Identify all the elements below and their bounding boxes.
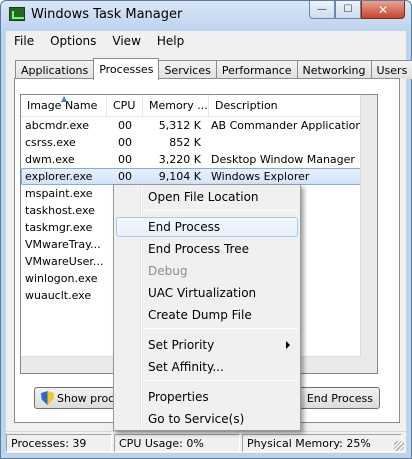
menu-help[interactable]: Help: [149, 34, 192, 48]
menu-set-priority-label: Set Priority: [148, 338, 215, 352]
process-cpu: 00: [118, 119, 132, 132]
menu-end-process-tree[interactable]: End Process Tree: [116, 239, 298, 259]
column-description[interactable]: Description: [209, 95, 361, 117]
vertical-scrollbar[interactable]: [360, 95, 377, 373]
process-name: wuauclt.exe: [25, 289, 92, 302]
table-row[interactable]: dwm.exe 00 3,220 K Desktop Window Manage…: [21, 151, 377, 168]
tab-processes[interactable]: Processes: [93, 58, 160, 80]
caption-buttons: — ☐ ✕: [309, 1, 405, 21]
context-menu: Open File Location End Process End Proce…: [113, 184, 301, 431]
process-name: taskhost.exe: [25, 204, 95, 217]
process-description: Windows Explorer: [211, 170, 310, 183]
menu-separator: [144, 328, 298, 329]
status-physical-memory: Physical Memory: 25%: [242, 433, 402, 452]
resize-grip[interactable]: [394, 441, 404, 451]
maximize-button[interactable]: ☐: [335, 1, 361, 19]
minimize-button[interactable]: —: [309, 1, 335, 19]
process-name: csrss.exe: [25, 136, 76, 149]
process-memory: 3,220 K: [158, 153, 201, 166]
menu-end-process[interactable]: End Process: [116, 217, 298, 237]
tab-applications[interactable]: Applications: [15, 60, 95, 79]
tab-users[interactable]: Users: [370, 60, 412, 79]
uac-shield-icon: [41, 391, 54, 405]
menu-open-file-location[interactable]: Open File Location: [116, 187, 298, 207]
end-process-button[interactable]: End Process: [296, 387, 380, 409]
process-cpu: 00: [118, 170, 132, 183]
table-row-selected[interactable]: explorer.exe 00 9,104 K Windows Explorer: [21, 168, 377, 185]
list-header: ▲ Image Name CPU Memory ... Description: [21, 95, 377, 117]
menu-file[interactable]: File: [6, 34, 42, 48]
menu-options[interactable]: Options: [42, 34, 104, 48]
task-manager-icon: [9, 7, 25, 21]
table-row[interactable]: abcmdr.exe 00 5,312 K AB Commander Appli…: [21, 117, 377, 134]
table-row[interactable]: csrss.exe 00 852 K: [21, 134, 377, 151]
menu-uac-virtualization[interactable]: UAC Virtualization: [116, 283, 298, 303]
process-name: VMwareUser...: [25, 255, 104, 268]
show-processes-label: Show proce: [57, 391, 121, 405]
menu-debug: Debug: [148, 264, 188, 278]
show-processes-button[interactable]: Show proce: [34, 387, 124, 409]
status-cpu-usage: CPU Usage: 0%: [114, 433, 240, 452]
sort-ascending-icon: ▲: [61, 94, 68, 103]
process-memory: 852 K: [169, 136, 201, 149]
column-cpu[interactable]: CPU: [107, 95, 143, 117]
menu-separator: [144, 380, 298, 381]
process-cpu: 00: [118, 136, 132, 149]
process-name: taskmgr.exe: [25, 221, 93, 234]
process-memory: 5,312 K: [158, 119, 201, 132]
process-description: [205, 134, 375, 151]
menu-properties[interactable]: Properties: [116, 387, 298, 407]
process-name: explorer.exe: [25, 170, 93, 183]
close-button[interactable]: ✕: [361, 1, 405, 19]
process-name: abcmdr.exe: [25, 119, 89, 132]
tab-networking[interactable]: Networking: [296, 60, 372, 79]
process-memory: 9,104 K: [158, 170, 201, 183]
submenu-arrow-icon: [286, 341, 290, 349]
process-name: mspaint.exe: [25, 187, 93, 200]
menu-bar: File Options View Help: [6, 31, 406, 51]
process-name: VMwareTray...: [25, 238, 101, 251]
process-name: winlogon.exe: [25, 272, 98, 285]
menu-set-priority[interactable]: Set Priority: [116, 335, 298, 355]
column-memory[interactable]: Memory ...: [143, 95, 209, 117]
end-process-label: End Process: [306, 391, 373, 405]
tab-strip: Applications Processes Services Performa…: [15, 58, 412, 80]
menu-go-to-service[interactable]: Go to Service(s): [116, 409, 298, 429]
process-name: dwm.exe: [25, 153, 75, 166]
menu-create-dump-file[interactable]: Create Dump File: [116, 305, 298, 325]
status-processes: Processes: 39: [6, 433, 112, 452]
status-bar: Processes: 39 CPU Usage: 0% Physical Mem…: [6, 431, 406, 453]
menu-view[interactable]: View: [104, 34, 148, 48]
process-description: AB Commander Application: [211, 119, 363, 132]
menu-set-affinity[interactable]: Set Affinity...: [116, 357, 298, 377]
menu-separator: [144, 210, 298, 211]
process-cpu: 00: [118, 153, 132, 166]
tab-performance[interactable]: Performance: [215, 60, 298, 79]
title-bar[interactable]: Windows Task Manager — ☐ ✕: [1, 1, 411, 31]
process-description: Desktop Window Manager: [211, 153, 355, 166]
window-title: Windows Task Manager: [31, 7, 183, 22]
tab-services[interactable]: Services: [158, 60, 217, 79]
